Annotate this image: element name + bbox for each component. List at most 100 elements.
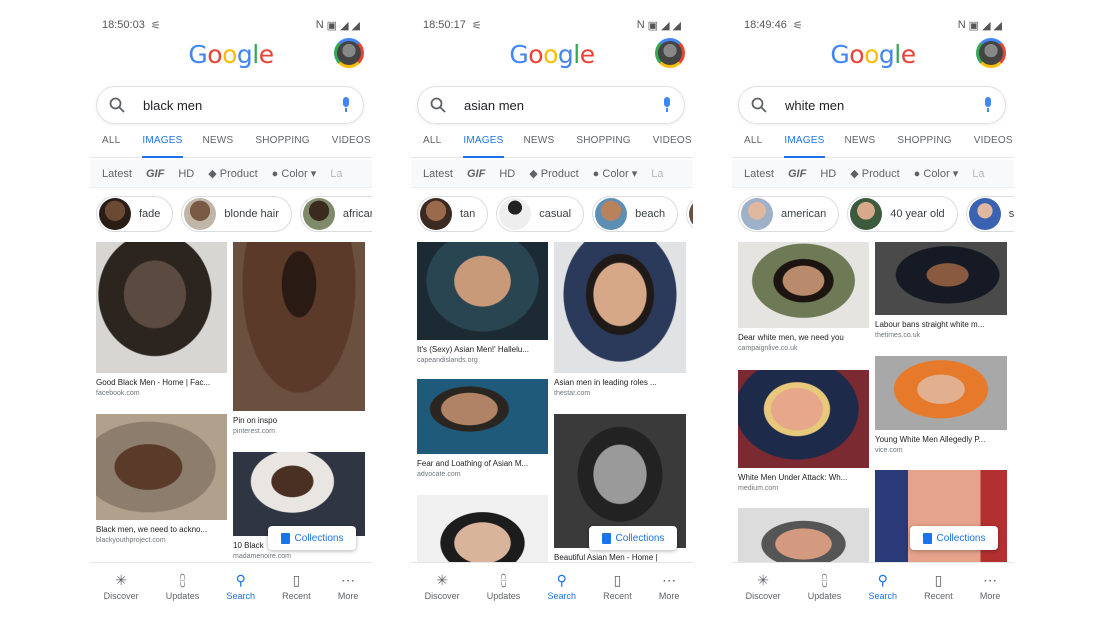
filter-color[interactable]: ● Color ▾ [272, 167, 317, 180]
account-avatar[interactable] [655, 38, 685, 68]
chip[interactable]: st [965, 196, 1014, 232]
nav-discover[interactable]: ✳ Discover [425, 573, 460, 601]
tab-videos[interactable]: VIDEOS [653, 132, 693, 158]
tab-news[interactable]: NEWS [845, 132, 886, 158]
filter-gif[interactable]: GIF [146, 168, 164, 180]
tab-images[interactable]: IMAGES [784, 132, 825, 158]
filter-gif[interactable]: GIF [467, 168, 485, 180]
filter-color[interactable]: ● Color ▾ [914, 167, 959, 180]
collections-button[interactable]: Collections [910, 526, 998, 550]
nav-updates[interactable]: ⩉ Updates [487, 573, 521, 601]
chip-label: blonde hair [224, 208, 279, 220]
search-query[interactable]: black men [143, 98, 341, 113]
filter-color-label: Color [281, 168, 308, 180]
collections-label: Collections [294, 532, 344, 544]
chip[interactable]: african [299, 196, 372, 232]
nav-recent[interactable]: ▯ Recent [924, 573, 953, 601]
search-query[interactable]: asian men [464, 98, 662, 113]
filter-latest[interactable]: Latest [102, 168, 132, 180]
image-result[interactable]: Black men, we need to ackno... blackyout… [96, 414, 227, 544]
updates-icon: ⩉ [179, 571, 186, 588]
tab-all[interactable]: ALL [102, 132, 130, 158]
chip[interactable]: 40 year old [847, 196, 958, 232]
nav-search[interactable]: ⚲ Search [226, 573, 255, 601]
result-source: blackyouthproject.com [96, 537, 166, 544]
nav-more[interactable]: ⋯ More [338, 573, 359, 601]
nav-recent[interactable]: ▯ Recent [603, 573, 632, 601]
tab-videos[interactable]: VIDEOS [974, 132, 1014, 158]
nav-label: Search [868, 590, 897, 601]
tab-all[interactable]: ALL [744, 132, 772, 158]
filter-hd[interactable]: HD [820, 168, 836, 180]
image-result[interactable] [417, 495, 548, 562]
chip[interactable] [686, 196, 693, 232]
image-result[interactable]: It's (Sexy) Asian Men!' Hallelu... capea… [417, 242, 548, 364]
tab-all[interactable]: ALL [423, 132, 451, 158]
nav-search[interactable]: ⚲ Search [868, 573, 897, 601]
nav-updates[interactable]: ⩉ Updates [166, 573, 200, 601]
collections-button[interactable]: Collections [268, 526, 356, 550]
search-bar[interactable]: asian men [417, 86, 685, 124]
account-avatar[interactable] [334, 38, 364, 68]
search-query[interactable]: white men [785, 98, 983, 113]
filter-hd[interactable]: HD [178, 168, 194, 180]
tab-news[interactable]: NEWS [203, 132, 244, 158]
filter-product[interactable]: ◆ Product [529, 167, 578, 180]
nav-discover[interactable]: ✳ Discover [746, 573, 781, 601]
tab-images[interactable]: IMAGES [142, 132, 183, 158]
filter-more[interactable]: La [972, 168, 984, 180]
image-result[interactable] [738, 508, 869, 562]
filter-latest[interactable]: Latest [744, 168, 774, 180]
filter-latest[interactable]: Latest [423, 168, 453, 180]
nav-more[interactable]: ⋯ More [980, 573, 1001, 601]
tab-shopping[interactable]: SHOPPING [897, 132, 961, 158]
updates-icon: ⩉ [821, 571, 828, 588]
image-result[interactable]: Asian men in leading roles ... thestar.c… [554, 242, 686, 397]
chip[interactable]: casual [496, 196, 585, 232]
nav-updates[interactable]: ⩉ Updates [808, 573, 842, 601]
image-result[interactable]: Labour bans straight white m... thetimes… [875, 242, 1007, 339]
filter-product-label: Product [219, 168, 258, 180]
filter-color[interactable]: ● Color ▾ [593, 167, 638, 180]
filter-more[interactable]: La [651, 168, 663, 180]
collections-button[interactable]: Collections [589, 526, 677, 550]
image-result[interactable]: Fear and Loathing of Asian M... advocate… [417, 379, 548, 478]
image-result[interactable]: Pin on inspo pinterest.com [233, 242, 365, 435]
search-bar[interactable]: white men [738, 86, 1006, 124]
nav-discover[interactable]: ✳ Discover [104, 573, 139, 601]
image-result[interactable]: Dear white men, we need you campaignlive… [738, 242, 869, 352]
chip-thumbnail [689, 198, 693, 230]
nav-recent[interactable]: ▯ Recent [282, 573, 311, 601]
mic-icon[interactable] [662, 97, 672, 113]
filter-more[interactable]: La [330, 168, 342, 180]
mic-icon[interactable] [341, 97, 351, 113]
chip-thumbnail [595, 198, 628, 230]
mic-icon[interactable] [983, 97, 993, 113]
filter-product[interactable]: ◆ Product [850, 167, 899, 180]
image-result[interactable]: Young White Men Allegedly P... vice.com [875, 356, 1007, 454]
tab-shopping[interactable]: SHOPPING [255, 132, 319, 158]
chip[interactable]: beach [592, 196, 679, 232]
nav-more[interactable]: ⋯ More [659, 573, 680, 601]
nav-label: Search [547, 590, 576, 601]
tab-shopping[interactable]: SHOPPING [576, 132, 640, 158]
google-logo: Google [830, 40, 916, 69]
chip[interactable]: fade [96, 196, 174, 232]
chip[interactable]: blonde hair [181, 196, 292, 232]
result-source: campaignlive.co.uk [738, 345, 798, 352]
result-caption: Young White Men Allegedly P... [875, 435, 986, 444]
filter-product[interactable]: ◆ Product [208, 167, 257, 180]
image-result[interactable]: White Men Under Attack: Wh... medium.com [738, 370, 869, 492]
tab-videos[interactable]: VIDEOS [332, 132, 372, 158]
account-avatar[interactable] [976, 38, 1006, 68]
search-bar[interactable]: black men [96, 86, 364, 124]
result-caption: Asian men in leading roles ... [554, 378, 657, 387]
chip[interactable]: tan [417, 196, 489, 232]
filter-hd[interactable]: HD [499, 168, 515, 180]
chip[interactable]: american [738, 196, 840, 232]
tab-news[interactable]: NEWS [524, 132, 565, 158]
filter-gif[interactable]: GIF [788, 168, 806, 180]
nav-search[interactable]: ⚲ Search [547, 573, 576, 601]
image-result[interactable]: Good Black Men - Home | Fac... facebook.… [96, 242, 227, 397]
tab-images[interactable]: IMAGES [463, 132, 504, 158]
